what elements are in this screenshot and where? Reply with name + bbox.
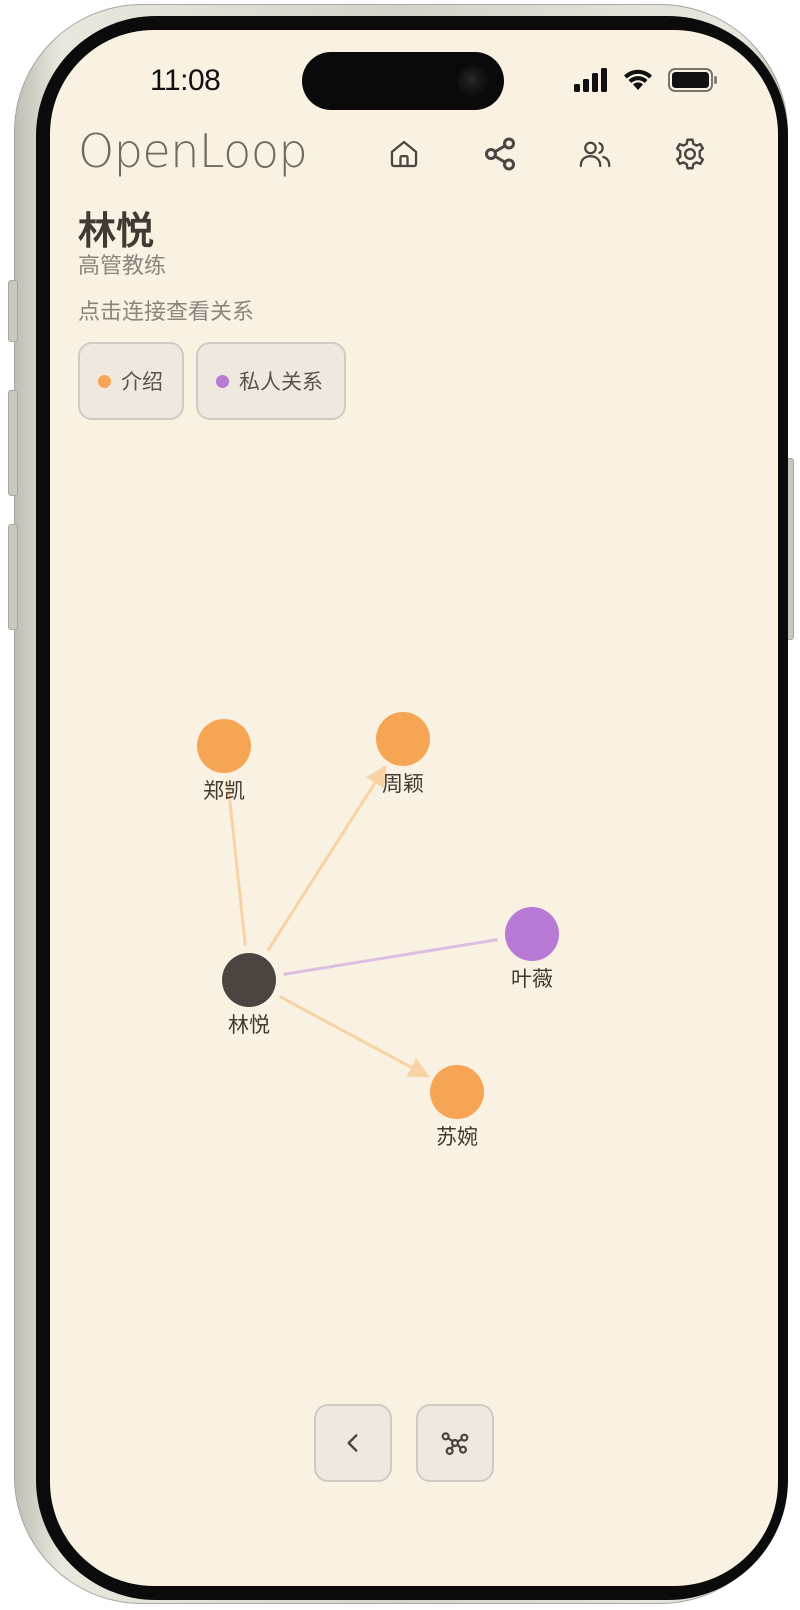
volume-up-button bbox=[8, 390, 18, 496]
relationship-graph: 林悦 郑凯 周颖叶薇苏婉 bbox=[197, 712, 559, 1149]
edge-yewei[interactable] bbox=[283, 938, 498, 976]
graph-node-suwan[interactable]: 苏婉 bbox=[430, 1065, 484, 1149]
graph-node-yewei-label: 叶薇 bbox=[511, 967, 553, 991]
graph-view-button[interactable] bbox=[416, 1404, 494, 1482]
graph-node-center-circle[interactable] bbox=[222, 953, 276, 1007]
graph-node-center-label: 林悦 bbox=[228, 1013, 270, 1037]
graph-node-center[interactable]: 林悦 bbox=[222, 953, 276, 1037]
graph-node-zhouying-label: 周颖 bbox=[382, 772, 424, 796]
network-icon bbox=[441, 1432, 469, 1456]
edge-zhengkai[interactable] bbox=[226, 780, 247, 946]
chevron-left-icon bbox=[347, 1434, 358, 1452]
graph-node-yewei-circle[interactable] bbox=[505, 907, 559, 961]
graph-node-suwan-label: 苏婉 bbox=[436, 1125, 478, 1149]
phone-frame: 11:08 OpenLoop 林悦 高管教练 点击连接查看关系 介绍 私人关系 … bbox=[8, 4, 794, 1604]
graph-node-zhengkai-label: 郑凯 bbox=[203, 779, 245, 803]
graph-node-yewei[interactable]: 叶薇 bbox=[505, 907, 559, 991]
back-button[interactable] bbox=[314, 1404, 392, 1482]
graph-node-zhouying-circle[interactable] bbox=[376, 712, 430, 766]
edge-suwan[interactable] bbox=[279, 995, 430, 1078]
screen: 11:08 OpenLoop 林悦 高管教练 点击连接查看关系 介绍 私人关系 … bbox=[50, 30, 778, 1586]
edge-zhouying[interactable] bbox=[266, 765, 387, 952]
graph-node-zhengkai[interactable]: 郑凯 bbox=[197, 719, 251, 803]
graph-node-suwan-circle[interactable] bbox=[430, 1065, 484, 1119]
graph-node-zhouying[interactable]: 周颖 bbox=[376, 712, 430, 796]
action-button bbox=[8, 280, 18, 342]
volume-down-button bbox=[8, 524, 18, 630]
graph-node-zhengkai-circle[interactable] bbox=[197, 719, 251, 773]
